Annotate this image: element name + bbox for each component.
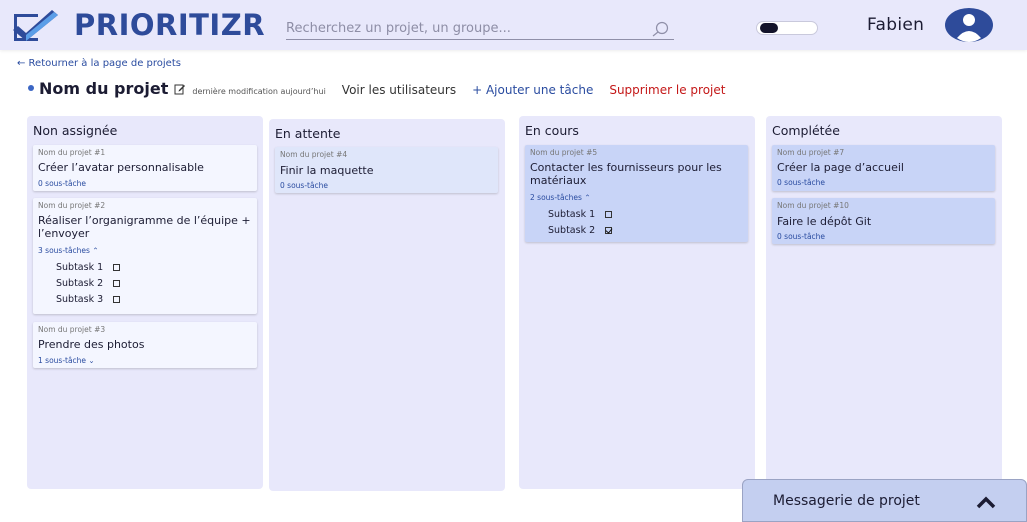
card-subtasks-toggle[interactable]: 0 sous-tâche	[38, 179, 86, 188]
page: PRIORITIZR Fabien ← Retourner à la page …	[0, 0, 1027, 522]
chevron-up-icon[interactable]	[975, 494, 997, 510]
subtask-checkbox[interactable]	[113, 264, 121, 271]
search-icon[interactable]	[650, 20, 672, 38]
task-card[interactable]: Nom du projet #10 Faire le dépôt Git 0 s…	[772, 198, 995, 244]
task-card[interactable]: Nom du projet #5 Contacter les fournisse…	[525, 145, 748, 242]
search-bar	[286, 18, 674, 40]
logo-text: PRIORITIZR	[74, 8, 266, 42]
subtask-checkbox[interactable]	[113, 280, 121, 287]
theme-toggle[interactable]	[756, 21, 818, 35]
column-in-progress: En cours Nom du projet #5 Contacter les …	[519, 116, 755, 489]
column-title: En cours	[525, 123, 579, 138]
card-project-name: Nom du projet #10	[777, 201, 849, 210]
logo-check-icon	[13, 10, 58, 41]
project-status-dot	[28, 85, 34, 91]
card-subtasks-toggle[interactable]: 3 sous-tâches ⌃	[38, 246, 99, 255]
task-card[interactable]: Nom du projet #4 Finir la maquette 0 sou…	[275, 147, 498, 193]
card-subtasks-toggle[interactable]: 2 sous-tâches ⌃	[530, 193, 591, 202]
task-card[interactable]: Nom du projet #1 Créer l’avatar personna…	[33, 145, 257, 191]
column-unassigned: Non assignée Nom du projet #1 Créer l’av…	[27, 116, 263, 489]
subtask-label: Subtask 1	[548, 209, 596, 220]
card-task-title: Finir la maquette	[280, 164, 374, 177]
username: Fabien	[867, 15, 925, 35]
subtask-item: Subtask 2	[56, 278, 121, 289]
chat-label: Messagerie de projet	[773, 493, 920, 509]
column-title: Complétée	[772, 123, 840, 138]
card-task-title: Créer l’avatar personnalisable	[38, 161, 204, 174]
card-task-title: Prendre des photos	[38, 338, 145, 351]
project-chat-panel[interactable]: Messagerie de projet	[742, 479, 1027, 522]
task-card[interactable]: Nom du projet #2 Réaliser l’organigramme…	[33, 198, 257, 314]
logo[interactable]: PRIORITIZR	[8, 3, 265, 47]
card-project-name: Nom du projet #2	[38, 201, 106, 210]
subtask-item: Subtask 2	[548, 225, 613, 236]
card-task-title: Réaliser l’organigramme de l’équipe + l’…	[38, 214, 251, 240]
add-task-link[interactable]: + Ajouter une tâche	[472, 83, 593, 97]
subtask-checkbox-checked[interactable]	[605, 227, 613, 234]
card-subtasks-toggle[interactable]: 0 sous-tâche	[280, 181, 328, 190]
user-avatar-icon[interactable]	[945, 8, 993, 42]
project-title: Nom du projet	[39, 79, 169, 98]
card-project-name: Nom du projet #3	[38, 325, 106, 334]
last-modified-text: dernière modification aujourd’hui	[192, 87, 326, 96]
card-task-title: Créer la page d’accueil	[777, 161, 904, 174]
subtask-item: Subtask 1	[56, 262, 121, 273]
theme-toggle-knob	[760, 23, 778, 33]
card-project-name: Nom du projet #7	[777, 148, 845, 157]
task-card[interactable]: Nom du projet #7 Créer la page d’accueil…	[772, 145, 995, 191]
subtask-label: Subtask 1	[56, 262, 104, 273]
view-users-link[interactable]: Voir les utilisateurs	[342, 83, 456, 97]
card-subtasks-toggle[interactable]: 0 sous-tâche	[777, 178, 825, 187]
delete-project-link[interactable]: Supprimer le projet	[609, 83, 725, 97]
edit-icon[interactable]	[174, 83, 186, 95]
card-subtasks-toggle[interactable]: 0 sous-tâche	[777, 232, 825, 241]
column-title: En attente	[275, 126, 341, 141]
subtask-label: Subtask 3	[56, 294, 104, 305]
back-to-projects-link[interactable]: ← Retourner à la page de projets	[17, 58, 181, 69]
top-header: PRIORITIZR Fabien	[0, 0, 1027, 50]
subtask-label: Subtask 2	[56, 278, 104, 289]
search-input[interactable]	[286, 21, 650, 36]
task-card[interactable]: Nom du projet #3 Prendre des photos 1 so…	[33, 322, 257, 368]
project-title-row: Nom du projet dernière modification aujo…	[28, 79, 741, 101]
subtask-label: Subtask 2	[548, 225, 596, 236]
card-project-name: Nom du projet #5	[530, 148, 598, 157]
subtask-checkbox[interactable]	[605, 211, 613, 218]
column-title: Non assignée	[33, 123, 118, 138]
card-task-title: Faire le dépôt Git	[777, 215, 872, 228]
subtask-item: Subtask 3	[56, 294, 121, 305]
subtask-checkbox[interactable]	[113, 296, 121, 303]
card-project-name: Nom du projet #4	[280, 150, 348, 159]
card-task-title: Contacter les fournisseurs pour les maté…	[530, 161, 722, 187]
card-project-name: Nom du projet #1	[38, 148, 106, 157]
column-waiting: En attente Nom du projet #4 Finir la maq…	[269, 119, 505, 491]
subtask-item: Subtask 1	[548, 209, 613, 220]
column-completed: Complétée Nom du projet #7 Créer la page…	[766, 116, 1002, 489]
card-subtasks-toggle[interactable]: 1 sous-tâche ⌄	[38, 356, 95, 365]
